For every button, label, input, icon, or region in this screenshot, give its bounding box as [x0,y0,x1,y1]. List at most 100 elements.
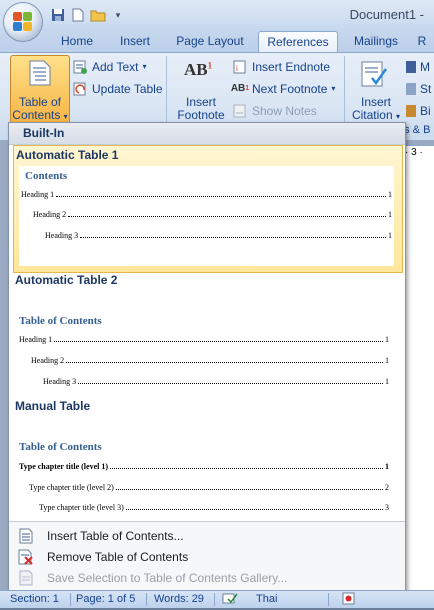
status-bar: Section: 1 Page: 1 of 5 Words: 29 Thai [0,590,434,608]
tab-page-layout[interactable]: Page Layout [172,31,248,52]
macro-record-icon[interactable] [342,592,356,607]
insert-citation-button[interactable]: Insert Citation ▾ [348,56,404,124]
preview-title: Table of Contents [19,315,102,327]
gallery-item-title: Manual Table [15,399,91,413]
toc-line: Type chapter title (level 2) 2 [29,481,389,492]
remove-toc-icon [13,549,39,565]
toc-gallery-dropdown: Built-In Automatic Table 1 Contents Head… [8,122,406,594]
save-selection-label: Save Selection to Table of Contents Gall… [47,571,288,585]
manage-sources-icon [406,61,416,73]
save-selection-icon [13,570,39,586]
toc-line: Heading 1 1 [21,188,392,199]
toc-line-text: Heading 3 [43,377,77,386]
bibliography-label: Bi [420,104,431,118]
gallery-item-manual-table[interactable]: Manual Table Table of Contents Type chap… [13,399,401,519]
leader-dots [80,237,386,238]
toc-line-text: Type chapter title (level 1) [19,462,109,471]
office-button[interactable] [4,3,42,41]
toc-line-text: Heading 1 [19,335,53,344]
toc-line: Heading 2 1 [31,354,389,365]
svg-text:i: i [236,64,238,73]
gallery-item-title: Automatic Table 1 [16,148,119,162]
toc-line-page: 1 [388,210,392,219]
toc-line-page: 1 [385,377,389,386]
insert-toc-icon [13,528,39,544]
add-text-button[interactable]: Add Text ▾ [72,58,147,76]
insert-toc-command[interactable]: Insert Table of Contents... [13,526,401,546]
table-of-contents-button[interactable]: Table of Contents ▾ [10,55,70,125]
manage-sources-button[interactable]: M [406,58,430,76]
toc-line-text: Heading 2 [33,210,67,219]
toc-line-text: Heading 2 [31,356,65,365]
tab-references[interactable]: References [258,31,338,53]
toc-line-page: 2 [385,483,389,492]
leader-dots [78,383,383,384]
tab-review-partial[interactable]: R [414,31,430,52]
next-footnote-label: Next Footnote [252,82,328,96]
status-page[interactable]: Page: 1 of 5 [76,592,135,607]
save-selection-command[interactable]: Save Selection to Table of Contents Gall… [13,568,401,588]
toc-line-page: 1 [385,356,389,365]
remove-toc-label: Remove Table of Contents [47,550,189,564]
qat-customize-dropdown-icon[interactable]: ▾ [110,7,126,23]
status-language[interactable]: Thai [256,592,277,607]
insert-endnote-label: Insert Endnote [252,60,331,74]
insert-footnote-button[interactable]: AB1 Insert Footnote [170,56,232,124]
chevron-down-icon: ▾ [396,112,401,121]
insert-endnote-button[interactable]: i Insert Endnote [232,58,330,76]
ruler-marks: · 3 · [405,147,423,158]
toc-line-page: 1 [385,335,389,344]
window-title: Document1 - [349,7,424,22]
footnote-ab-icon: AB1 [184,60,213,79]
toc-line-page: 1 [388,231,392,240]
update-table-button[interactable]: Update Table [72,80,163,98]
gallery-commands: Insert Table of Contents... Remove Table… [9,521,405,594]
style-dropdown[interactable]: St [406,80,431,98]
quick-access-toolbar: ▾ [50,6,126,24]
leader-dots [115,489,383,490]
show-notes-button[interactable]: Show Notes [232,102,317,120]
manage-sources-label: M [420,60,430,74]
document-page[interactable] [404,162,434,590]
tab-home[interactable]: Home [58,31,96,52]
toc-line-page: 1 [385,462,389,471]
toc-line: Type chapter title (level 1) 1 [19,460,389,471]
preview-title: Table of Contents [19,441,102,453]
leader-dots [110,468,383,469]
insert-endnote-icon: i [232,59,248,75]
update-table-label: Update Table [92,82,163,96]
new-document-icon[interactable] [70,7,86,23]
toc-line-text: Type chapter title (level 3) [39,503,124,512]
toc-line-page: 3 [385,503,389,512]
status-divider [146,593,147,606]
tab-insert[interactable]: Insert [114,31,156,52]
status-words[interactable]: Words: 29 [154,592,204,607]
remove-toc-command[interactable]: Remove Table of Contents [13,547,401,567]
save-icon[interactable] [50,7,66,23]
chevron-down-icon: ▾ [331,84,336,93]
toc-button-label-2: Contents [12,108,61,122]
update-table-icon [72,81,88,97]
open-folder-icon[interactable] [90,7,106,23]
gallery-item-title: Automatic Table 2 [15,273,118,287]
status-section[interactable]: Section: 1 [10,592,59,607]
leader-dots [68,216,386,217]
insert-citation-label-2: Citation [351,108,393,122]
leader-dots [56,196,386,197]
status-divider [214,593,215,606]
tab-mailings[interactable]: Mailings [348,31,404,52]
proofing-icon[interactable] [222,592,238,607]
gallery-item-automatic-table-2[interactable]: Automatic Table 2 Table of Contents Head… [13,273,401,397]
gallery-item-automatic-table-1[interactable]: Automatic Table 1 Contents Heading 1 1 He… [13,145,403,273]
toc-line-text: Heading 3 [45,231,79,240]
chevron-down-icon: ▾ [63,112,68,121]
toc-line: Heading 3 1 [45,229,392,240]
show-notes-icon [232,103,248,119]
style-icon [406,83,416,95]
toc-button-label-2-wrap: Contents ▾ [11,109,69,123]
show-notes-label: Show Notes [252,104,317,118]
next-footnote-button[interactable]: AB 1 Next Footnote ▾ [231,80,336,98]
insert-citation-icon [360,60,388,93]
table-of-contents-icon [29,60,51,89]
bibliography-button[interactable]: Bi [406,102,431,120]
